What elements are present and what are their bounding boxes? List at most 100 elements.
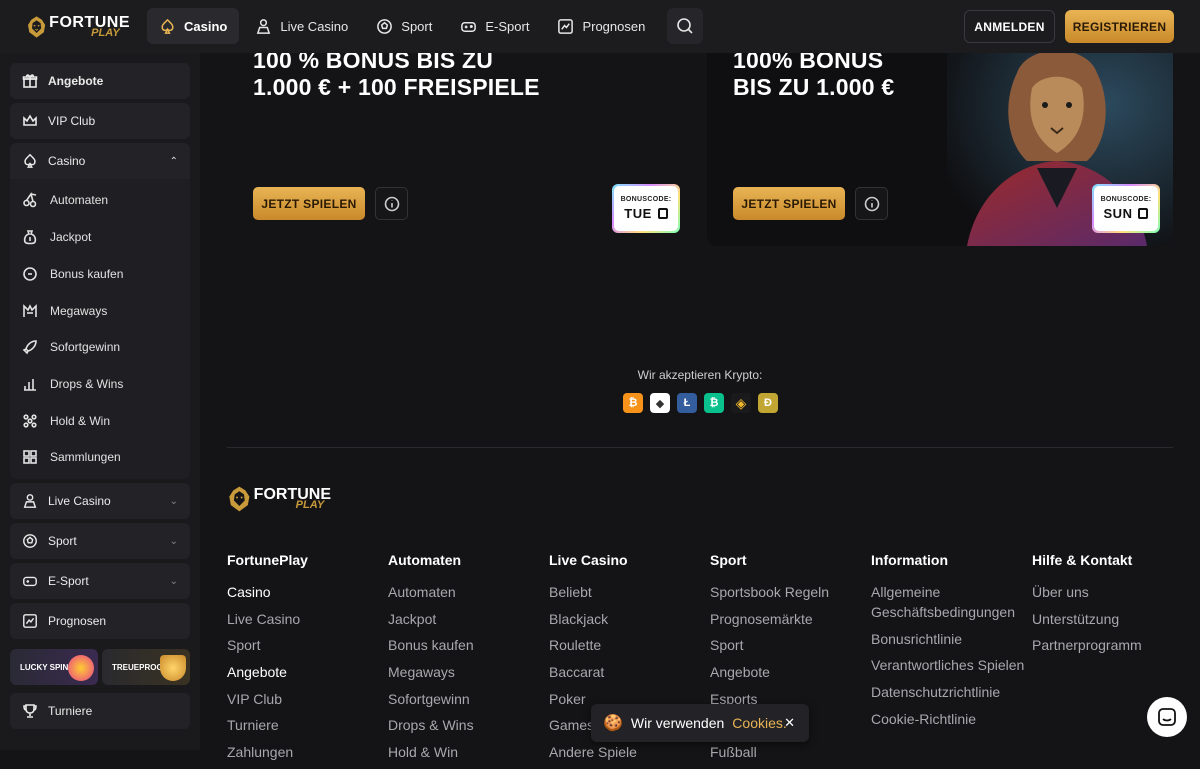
chat-button[interactable] (1147, 697, 1187, 737)
submenu-item-sammlungen[interactable]: Sammlungen (22, 442, 121, 472)
footer-link[interactable]: Fußball (710, 742, 870, 762)
footer-link[interactable]: Live Casino (227, 609, 387, 629)
footer-heading: Hilfe & Kontakt (1032, 552, 1133, 568)
banner-title: 100% BONUS BIS ZU 1.000 € (733, 47, 894, 101)
play-now-button[interactable]: JETZT SPIELEN (253, 187, 365, 220)
footer-link[interactable]: Allgemeine Geschäftsbedingungen (871, 582, 1031, 622)
footer-link[interactable]: Sport (710, 635, 870, 655)
cookie-link[interactable]: Cookies. (732, 715, 786, 731)
grid-dots-icon (22, 413, 38, 429)
footer-link[interactable]: Prognosemärkte (710, 609, 870, 629)
promo-label: LUCKY SPIN (20, 662, 69, 672)
logo[interactable]: FORTUNE PLAY (26, 8, 130, 46)
sidebar-item-sport[interactable]: Sport ⌄ (10, 523, 190, 559)
ethereum-icon: ◆ (650, 393, 670, 413)
info-icon (384, 196, 400, 212)
footer-link[interactable]: Beliebt (549, 582, 709, 602)
crypto-label: Wir akzeptieren Krypto: (637, 368, 763, 382)
chevron-down-icon: ⌄ (169, 495, 178, 507)
nav-sport[interactable]: Sport (364, 8, 444, 44)
submenu-item-automaten[interactable]: Automaten (22, 185, 108, 215)
footer-link[interactable]: Über uns (1032, 582, 1192, 602)
submenu-item-drops-wins[interactable]: Drops & Wins (22, 369, 123, 399)
footer-link[interactable]: Verantwortliches Spielen (871, 655, 1031, 675)
footer-link[interactable]: Turniere (227, 715, 387, 735)
footer-column-fortuneplay: FortunePlay Casino Live Casino Sport Ang… (227, 552, 387, 769)
footer-link[interactable]: Roulette (549, 635, 709, 655)
footer-link[interactable]: Casino (227, 582, 387, 602)
footer-link[interactable]: Angebote (710, 662, 870, 682)
footer-link[interactable]: Partnerprogramm (1032, 635, 1192, 655)
submenu-item-bonus-kaufen[interactable]: Bonus kaufen (22, 259, 123, 289)
nav-label: Casino (184, 18, 228, 34)
submenu-item-label: Hold & Win (50, 414, 111, 428)
chart-icon (22, 613, 38, 629)
main-nav: Casino Live Casino Sport E-Sport Prognos… (147, 8, 704, 44)
footer-link[interactable]: Megaways (388, 662, 548, 682)
nav-label: Live Casino (280, 18, 349, 34)
login-button[interactable]: ANMELDEN (964, 10, 1055, 43)
footer-logo[interactable]: FORTUNE PLAY (227, 481, 331, 517)
close-icon[interactable]: ✕ (784, 715, 795, 731)
footer-link[interactable]: Hold & Win (388, 742, 548, 762)
sidebar-item-label: Live Casino (48, 494, 111, 508)
submenu-item-label: Jackpot (50, 230, 92, 244)
bitcoin-cash-icon: ₿ (704, 393, 724, 413)
sidebar-item-casino[interactable]: Casino ⌃ (10, 143, 190, 179)
info-button[interactable] (855, 187, 888, 220)
nav-prognosen[interactable]: Prognosen (545, 8, 657, 44)
bonus-code-badge[interactable]: BONUSCODE: SUN (1092, 184, 1160, 233)
megaways-icon (22, 303, 38, 319)
footer-link[interactable]: Datenschutzrichtlinie (871, 682, 1031, 702)
submenu-item-jackpot[interactable]: Jackpot (22, 222, 91, 252)
chart-icon (557, 18, 574, 35)
footer-link[interactable]: VIP Club (227, 689, 387, 709)
banner-title-line: BIS ZU 1.000 € (733, 74, 895, 100)
footer-link[interactable]: Angebote (227, 662, 387, 682)
bonus-code-label: BONUSCODE: (620, 196, 672, 203)
submenu-item-hold-win[interactable]: Hold & Win (22, 406, 110, 436)
footer-link[interactable]: Sofortgewinn (388, 689, 548, 709)
footer-column-information: Information Allgemeine Geschäftsbedingun… (871, 552, 1031, 735)
binance-icon: ◈ (731, 393, 751, 413)
bonus-code-value: TUE (624, 206, 652, 221)
sidebar-item-turniere[interactable]: Turniere (10, 693, 190, 729)
sidebar-item-angebote[interactable]: Angebote (10, 63, 190, 99)
submenu-item-sofortgewinn[interactable]: Sofortgewinn (22, 332, 120, 362)
play-now-button[interactable]: JETZT SPIELEN (733, 187, 845, 220)
treueprogramm-promo[interactable]: TREUEPROG (102, 649, 190, 685)
footer-link[interactable]: Andere Spiele (549, 742, 709, 762)
bonus-code-badge[interactable]: BONUSCODE: TUE (612, 184, 680, 233)
casino-submenu: Automaten Jackpot Bonus kaufen Megaways … (10, 179, 190, 479)
footer-link[interactable]: Drops & Wins (388, 715, 548, 735)
nav-casino[interactable]: Casino (147, 8, 240, 44)
footer-link[interactable]: Sportsbook Regeln (710, 582, 870, 602)
casino-icon (22, 153, 38, 169)
footer-link[interactable]: Zahlungen (227, 742, 387, 762)
crypto-icons: ₿ ◆ Ł ₿ ◈ Ð (623, 393, 778, 413)
footer-link[interactable]: Unterstützung (1032, 609, 1192, 629)
register-button[interactable]: REGISTRIEREN (1065, 10, 1174, 43)
info-button[interactable] (375, 187, 408, 220)
search-button[interactable] (667, 8, 704, 44)
sidebar-item-live-casino[interactable]: Live Casino ⌄ (10, 483, 190, 519)
footer-link[interactable]: Cookie-Richtlinie (871, 709, 1031, 729)
submenu-item-megaways[interactable]: Megaways (22, 296, 107, 326)
promo-row: LUCKY SPIN TREUEPROG (10, 649, 190, 685)
lucky-spin-promo[interactable]: LUCKY SPIN (10, 649, 98, 685)
footer-link[interactable]: Bonusrichtlinie (871, 629, 1031, 649)
footer-link[interactable]: Jackpot (388, 609, 548, 629)
sidebar-item-vip-club[interactable]: VIP Club (10, 103, 190, 139)
cookie-icon: 🍪 (603, 715, 623, 732)
nav-esport[interactable]: E-Sport (448, 8, 541, 44)
footer-link[interactable]: Baccarat (549, 662, 709, 682)
footer-link[interactable]: Sport (227, 635, 387, 655)
cherries-icon (22, 192, 38, 208)
chat-icon (1158, 708, 1176, 726)
sidebar-item-prognosen[interactable]: Prognosen (10, 603, 190, 639)
footer-link[interactable]: Automaten (388, 582, 548, 602)
sidebar-item-esport[interactable]: E-Sport ⌄ (10, 563, 190, 599)
footer-link[interactable]: Blackjack (549, 609, 709, 629)
footer-link[interactable]: Bonus kaufen (388, 635, 548, 655)
nav-live-casino[interactable]: Live Casino (243, 8, 360, 44)
